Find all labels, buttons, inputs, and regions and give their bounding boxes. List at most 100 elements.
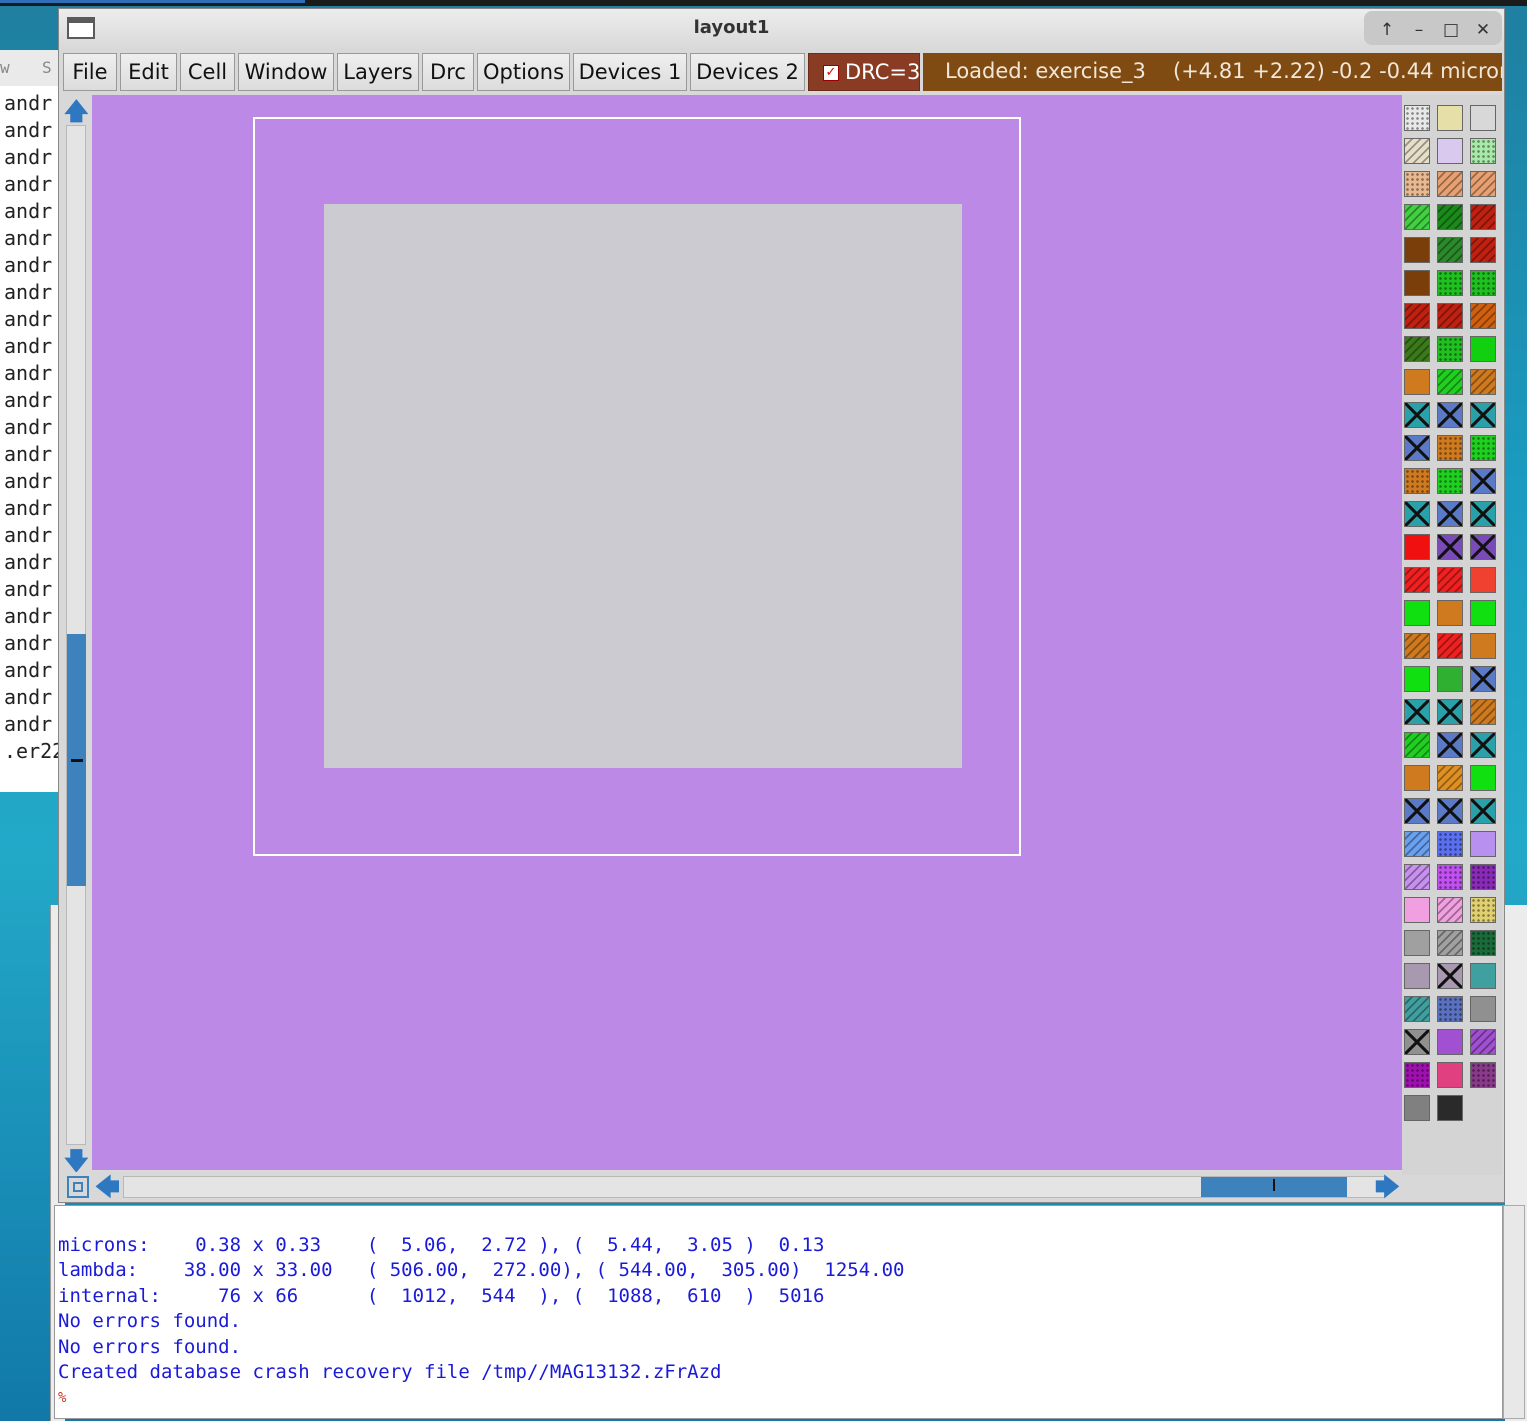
layer-swatch[interactable] [1470, 501, 1496, 527]
scroll-left-icon[interactable]: 🡄 [95, 1175, 120, 1199]
menu-devices-1[interactable]: Devices 1 [573, 53, 687, 91]
console-scrollbar[interactable] [1503, 1205, 1525, 1419]
layer-swatch[interactable] [1470, 402, 1496, 428]
layer-swatch[interactable] [1470, 534, 1496, 560]
zoom-box-icon[interactable] [67, 1176, 89, 1198]
layer-swatch[interactable] [1404, 633, 1430, 659]
scroll-right-icon[interactable]: 🡆 [1375, 1175, 1400, 1199]
layer-swatch[interactable] [1470, 138, 1496, 164]
layout-window[interactable]: layout1 ↑ – □ ✕ File Edit Cell Window La… [58, 8, 1505, 1203]
layer-swatch[interactable] [1470, 567, 1496, 593]
layer-swatch[interactable] [1470, 963, 1496, 989]
layer-swatch[interactable] [1437, 1029, 1463, 1055]
console-output[interactable]: microns: 0.38 x 0.33 ( 5.06, 2.72 ), ( 5… [54, 1205, 1503, 1419]
layer-swatch[interactable] [1437, 765, 1463, 791]
layer-swatch[interactable] [1470, 930, 1496, 956]
layer-swatch[interactable] [1437, 237, 1463, 263]
layer-swatch[interactable] [1437, 699, 1463, 725]
layer-swatch[interactable] [1437, 1095, 1463, 1121]
layer-swatch[interactable] [1470, 798, 1496, 824]
layer-swatch[interactable] [1404, 798, 1430, 824]
layer-swatch[interactable] [1437, 501, 1463, 527]
menu-devices-2[interactable]: Devices 2 [690, 53, 805, 91]
layer-swatch[interactable] [1437, 270, 1463, 296]
minimize-icon[interactable]: – [1406, 17, 1432, 43]
layer-swatch[interactable] [1437, 369, 1463, 395]
layer-swatch[interactable] [1437, 930, 1463, 956]
menu-options[interactable]: Options [477, 53, 570, 91]
drc-toggle[interactable]: ✓ DRC=3 [808, 53, 920, 91]
layer-swatch[interactable] [1404, 336, 1430, 362]
console-prompt[interactable]: % [58, 1390, 66, 1406]
layer-swatch[interactable] [1437, 666, 1463, 692]
layer-swatch[interactable] [1404, 1029, 1430, 1055]
scroll-down-icon[interactable]: 🡇 [64, 1149, 89, 1173]
layer-swatch[interactable] [1404, 831, 1430, 857]
layer-swatch[interactable] [1437, 204, 1463, 230]
layer-swatch[interactable] [1470, 699, 1496, 725]
layer-swatch[interactable] [1437, 138, 1463, 164]
menu-window[interactable]: Window [238, 53, 334, 91]
layer-swatch[interactable] [1404, 105, 1430, 131]
horizontal-scrollbar[interactable]: 🡄 🡆 [61, 1172, 1402, 1202]
layer-swatch[interactable] [1437, 534, 1463, 560]
layer-swatch[interactable] [1437, 798, 1463, 824]
layer-swatch[interactable] [1437, 600, 1463, 626]
layer-swatch[interactable] [1404, 1062, 1430, 1088]
menu-drc[interactable]: Drc [422, 53, 474, 91]
layer-swatch[interactable] [1437, 336, 1463, 362]
layer-swatch[interactable] [1470, 105, 1496, 131]
layer-swatch[interactable] [1470, 732, 1496, 758]
layer-swatch[interactable] [1404, 666, 1430, 692]
menu-edit[interactable]: Edit [120, 53, 177, 91]
layer-swatch[interactable] [1470, 171, 1496, 197]
layer-swatch[interactable] [1470, 765, 1496, 791]
layer-swatch[interactable] [1470, 270, 1496, 296]
layer-swatch[interactable] [1404, 534, 1430, 560]
layer-swatch[interactable] [1470, 369, 1496, 395]
menu-file[interactable]: File [63, 53, 117, 91]
layer-swatch[interactable] [1470, 831, 1496, 857]
layer-swatch[interactable] [1404, 237, 1430, 263]
layer-swatch[interactable] [1437, 1062, 1463, 1088]
layer-swatch[interactable] [1470, 633, 1496, 659]
layer-swatch[interactable] [1437, 171, 1463, 197]
layer-swatch[interactable] [1437, 732, 1463, 758]
layer-swatch[interactable] [1470, 600, 1496, 626]
layer-swatch[interactable] [1404, 897, 1430, 923]
layer-swatch[interactable] [1437, 435, 1463, 461]
layer-swatch[interactable] [1437, 831, 1463, 857]
vertical-scrollbar[interactable]: 🡅 🡇 [61, 95, 91, 1181]
layout-canvas[interactable] [92, 95, 1402, 1170]
layer-swatch[interactable] [1404, 468, 1430, 494]
layer-swatch[interactable] [1437, 864, 1463, 890]
layer-swatch[interactable] [1437, 468, 1463, 494]
layer-swatch[interactable] [1404, 369, 1430, 395]
layer-swatch[interactable] [1437, 633, 1463, 659]
layer-swatch[interactable] [1404, 996, 1430, 1022]
layer-swatch[interactable] [1404, 864, 1430, 890]
maximize-up-icon[interactable]: ↑ [1374, 17, 1400, 43]
layer-swatch[interactable] [1437, 402, 1463, 428]
layer-swatch[interactable] [1404, 765, 1430, 791]
menu-layers[interactable]: Layers [337, 53, 419, 91]
layer-swatch[interactable] [1470, 897, 1496, 923]
layer-swatch[interactable] [1404, 699, 1430, 725]
layer-swatch[interactable] [1470, 204, 1496, 230]
title-bar[interactable]: layout1 ↑ – □ ✕ [59, 9, 1504, 49]
layer-swatch[interactable] [1470, 303, 1496, 329]
layer-swatch[interactable] [1470, 1062, 1496, 1088]
layer-swatch[interactable] [1404, 435, 1430, 461]
layer-swatch[interactable] [1470, 864, 1496, 890]
background-terminal[interactable]: w S andr andr andr andr andr andr andr andr andr… [0, 50, 58, 792]
layer-swatch[interactable] [1404, 501, 1430, 527]
layer-swatch[interactable] [1404, 270, 1430, 296]
layer-swatch[interactable] [1437, 105, 1463, 131]
layer-swatch[interactable] [1470, 435, 1496, 461]
close-icon[interactable]: ✕ [1470, 17, 1496, 43]
layer-swatch[interactable] [1470, 1029, 1496, 1055]
layer-swatch[interactable] [1437, 897, 1463, 923]
layer-swatch[interactable] [1437, 996, 1463, 1022]
layer-swatch[interactable] [1404, 963, 1430, 989]
layer-swatch[interactable] [1404, 930, 1430, 956]
